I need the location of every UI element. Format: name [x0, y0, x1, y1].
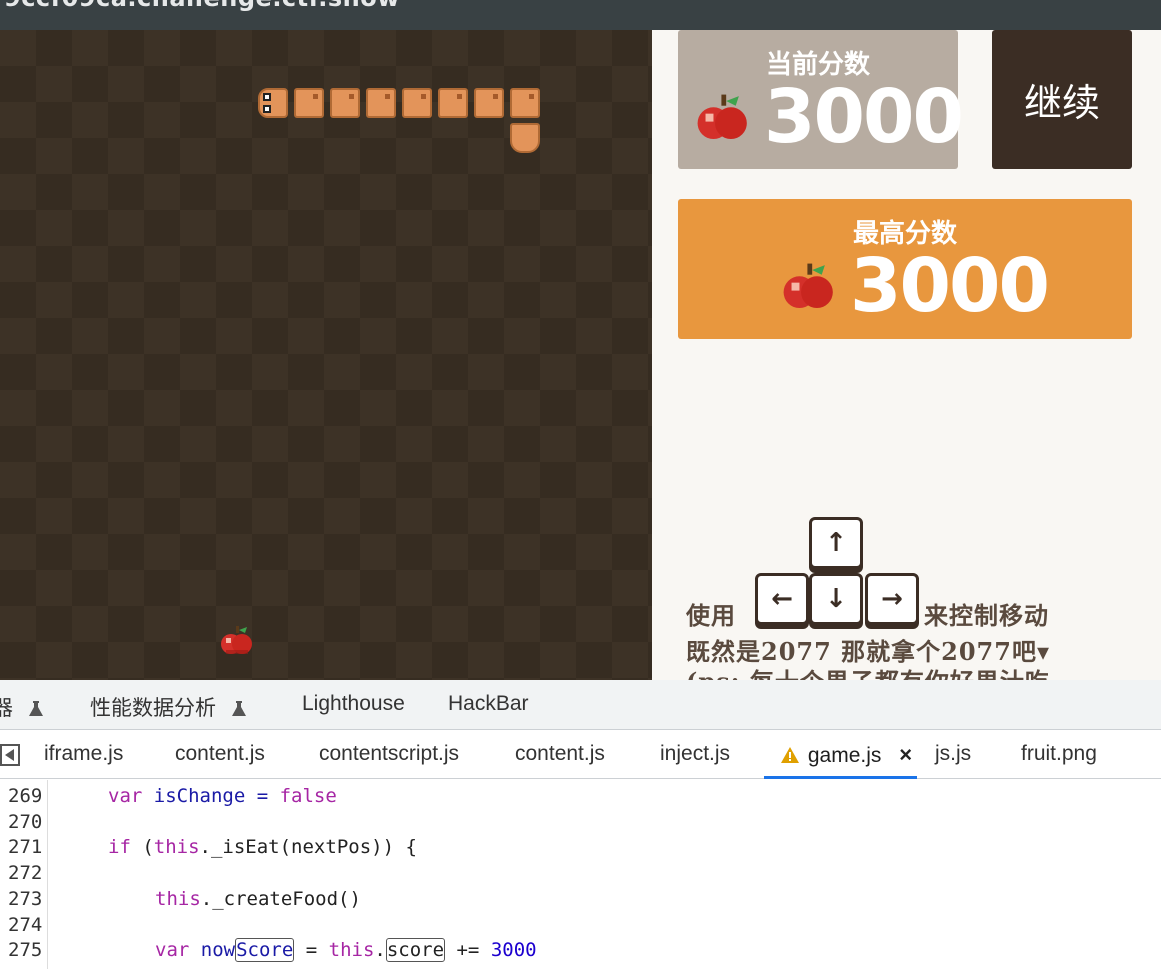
- flask-icon: [28, 701, 43, 717]
- snake-segment: [330, 88, 360, 118]
- snake-head: [258, 88, 288, 118]
- file-tab-inject-js[interactable]: inject.js: [660, 742, 730, 766]
- help-line-3: (ps: 每十个果子都有你好果汁吃: [686, 662, 1050, 680]
- best-score-card: 最高分数 3000: [678, 199, 1132, 339]
- devtools-panel-tabs: 器 性能数据分析 Lighthouse HackBar: [0, 680, 1161, 730]
- current-score-value: 3000: [764, 74, 964, 160]
- tab-hackbar[interactable]: HackBar: [448, 692, 529, 716]
- tab-partial[interactable]: 器: [0, 692, 43, 722]
- line-number: 274: [8, 914, 43, 936]
- snake-segment: [474, 88, 504, 118]
- best-score-value: 3000: [850, 243, 1050, 329]
- key-left: ←: [755, 573, 809, 625]
- file-tab-game-js[interactable]: game.js ×: [781, 742, 912, 768]
- apple-icon: [697, 94, 747, 140]
- current-score-card: 当前分数 3000: [678, 30, 964, 169]
- file-tab-contentscript-js[interactable]: contentscript.js: [319, 742, 459, 766]
- code-line-271: if (this._isEat(nextPos)) {: [108, 836, 417, 858]
- key-down: ↓: [809, 573, 863, 625]
- code-line-275: var nowScore = this.score += 3000: [155, 938, 537, 962]
- scroll-left-icon[interactable]: [0, 744, 20, 766]
- devtools-panel: 器 性能数据分析 Lighthouse HackBar iframe.js co…: [0, 680, 1161, 969]
- flask-icon: [231, 701, 246, 717]
- code-line-273: this._createFood(): [155, 888, 361, 910]
- key-right: →: [865, 573, 919, 625]
- line-number: 272: [8, 862, 43, 884]
- snake-segment: [294, 88, 324, 118]
- game-board[interactable]: [0, 30, 652, 680]
- tab-lighthouse[interactable]: Lighthouse: [302, 692, 405, 716]
- source-file-tabs: iframe.js content.js contentscript.js co…: [0, 730, 1161, 779]
- browser-title-bar: 9ccf09ca.challenge.ctf.show: [0, 0, 1161, 30]
- snake-tail: [510, 123, 540, 153]
- line-number: 269: [8, 785, 43, 807]
- file-tab-content-js-2[interactable]: content.js: [515, 742, 605, 766]
- line-number: 275: [8, 939, 43, 961]
- line-number: 271: [8, 836, 43, 858]
- help-prefix: 使用: [686, 601, 736, 630]
- help-suffix: 来控制移动: [924, 601, 1049, 630]
- file-tab-fruit-png[interactable]: fruit.png: [1021, 742, 1097, 766]
- close-tab-icon[interactable]: ×: [899, 742, 912, 768]
- warning-icon: [781, 747, 799, 763]
- line-number-gutter: 269 270 271 272 273 274 275: [0, 780, 48, 969]
- snake-segment: [366, 88, 396, 118]
- file-tab-content-js[interactable]: content.js: [175, 742, 265, 766]
- apple-icon: [783, 263, 833, 309]
- tab-performance-insights[interactable]: 性能数据分析: [90, 692, 246, 722]
- snake-segment: [438, 88, 468, 118]
- file-tab-js-js[interactable]: js.js: [935, 742, 971, 766]
- line-number: 270: [8, 811, 43, 833]
- key-up: ↑: [809, 517, 863, 569]
- apple-food-icon: [221, 626, 252, 654]
- line-number: 273: [8, 888, 43, 910]
- code-line-269: var isChange = false: [108, 785, 337, 807]
- snake-segment: [510, 88, 540, 118]
- snake-segment: [402, 88, 432, 118]
- code-editor[interactable]: 269 270 271 272 273 274 275 var isChange…: [0, 780, 1161, 969]
- file-tab-iframe-js[interactable]: iframe.js: [44, 742, 123, 766]
- score-panel: 当前分数 3000 继续 最高分数 3000 ↑ ← ↓ → 使用 来控制移动 …: [652, 30, 1161, 680]
- continue-button[interactable]: 继续: [992, 30, 1132, 169]
- url-text: 9ccf09ca.challenge.ctf.show: [4, 0, 400, 12]
- active-tab-indicator: [764, 776, 917, 779]
